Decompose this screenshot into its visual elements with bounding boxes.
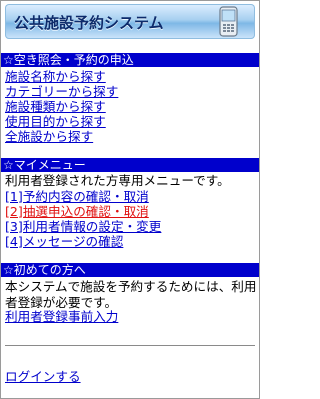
link-user-info-settings[interactable]: [3]利用者情報の設定・変更 — [5, 219, 161, 234]
section-heading-first-time: ☆初めての方へ — [1, 263, 259, 277]
link-search-by-category[interactable]: カテゴリーから探す — [5, 84, 118, 99]
section-heading-search: ☆空き照会・予約の申込 — [1, 53, 259, 67]
link-search-by-facility-type[interactable]: 施設種類から探す — [5, 99, 106, 114]
link-search-by-facility-name[interactable]: 施設名称から探す — [5, 69, 106, 84]
link-reservation-check-cancel[interactable]: [1]予約内容の確認・取消 — [5, 189, 149, 204]
page-title: 公共施設予約システム — [14, 14, 164, 32]
my-menu-intro: 利用者登録された方専用メニューです。 — [5, 173, 230, 188]
page-frame: 公共施設予約システム ☆空き照会・予約の申込 施設名称から探す カテゴリーから探… — [0, 0, 260, 399]
link-message-check[interactable]: [4]メッセージの確認 — [5, 234, 123, 249]
header-banner: 公共施設予約システム — [5, 4, 255, 39]
link-login[interactable]: ログインする — [5, 369, 81, 384]
section-heading-my-menu: ☆マイメニュー — [1, 158, 259, 172]
link-search-by-purpose[interactable]: 使用目的から探す — [5, 114, 106, 129]
divider — [5, 345, 255, 346]
link-lottery-check-cancel[interactable]: [2]抽選申込の確認・取消 — [5, 204, 149, 219]
link-user-pre-registration[interactable]: 利用者登録事前入力 — [5, 309, 118, 324]
mobile-phone-icon — [219, 6, 238, 37]
first-time-description: 本システムで施設を予約するためには、利用者登録が必要です。 — [5, 279, 257, 310]
link-search-all-facilities[interactable]: 全施設から探す — [5, 129, 93, 144]
